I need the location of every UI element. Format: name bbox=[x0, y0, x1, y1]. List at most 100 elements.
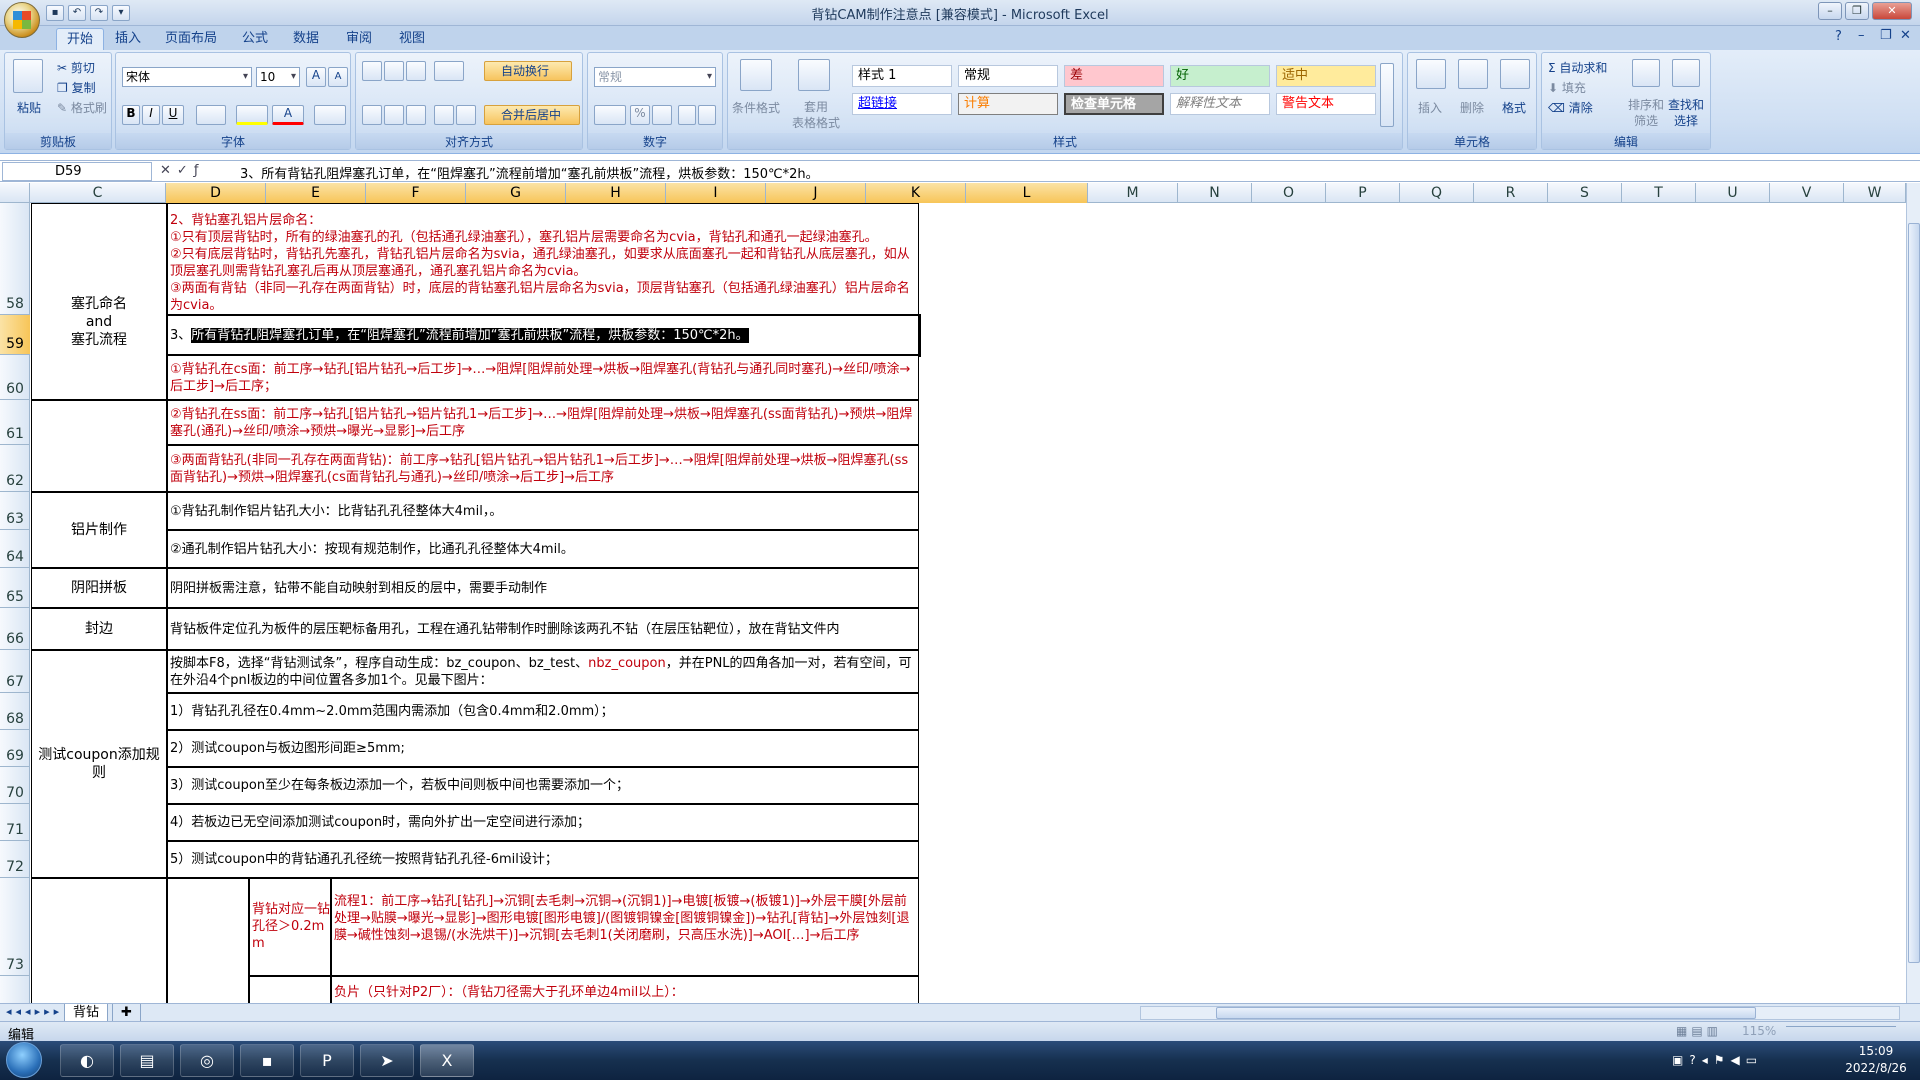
paste-icon[interactable] bbox=[13, 59, 43, 93]
col-header-m[interactable]: M bbox=[1088, 183, 1178, 203]
col-header-d[interactable]: D bbox=[166, 183, 266, 203]
row-header-73[interactable]: 73 bbox=[0, 878, 30, 976]
sheet-nav-arrows-icon[interactable]: ◂◂◂▸▸▸ bbox=[6, 1005, 63, 1018]
row-header-59[interactable]: 59 bbox=[0, 315, 30, 355]
find-select-button[interactable]: 查找和 选择 bbox=[1668, 97, 1704, 129]
tab-insert[interactable]: 插入 bbox=[105, 28, 151, 50]
currency-icon[interactable] bbox=[594, 105, 626, 125]
insert-cells-icon[interactable] bbox=[1416, 59, 1446, 89]
vertical-scrollbar[interactable] bbox=[1906, 183, 1920, 1003]
col-header-k[interactable]: K bbox=[866, 183, 966, 203]
cell-d64[interactable]: ②通孔制作铝片钻孔大小：按现有规范制作，比通孔孔径整体大4mil。 bbox=[167, 530, 919, 568]
cell-e73[interactable]: 背钻对应一钻孔径＞0.2mm bbox=[249, 878, 331, 976]
app-green-icon[interactable]: P bbox=[300, 1044, 354, 1077]
merge-center-button[interactable]: 合并后居中 bbox=[484, 105, 580, 125]
binoculars-icon[interactable] bbox=[1672, 59, 1700, 87]
font-size-combo[interactable]: 10 bbox=[256, 67, 300, 87]
col-header-f[interactable]: F bbox=[366, 183, 466, 203]
italic-button[interactable]: I bbox=[142, 105, 160, 125]
col-header-h[interactable]: H bbox=[566, 183, 666, 203]
view-buttons-icon[interactable]: ▦▤▥ bbox=[1676, 1024, 1722, 1038]
format-as-table-button[interactable]: 套用 表格格式 bbox=[792, 99, 840, 131]
paste-button[interactable]: 粘贴 bbox=[17, 99, 41, 116]
enter-icon[interactable]: ✓ bbox=[177, 163, 194, 178]
tray-icons[interactable]: ▣?◂⚑◀▭ bbox=[1672, 1053, 1763, 1067]
style-cell-hyperlink[interactable]: 超链接 bbox=[852, 93, 952, 115]
delete-cells-button[interactable]: 删除 bbox=[1460, 99, 1484, 116]
restore-button[interactable]: ❐ bbox=[1845, 2, 1869, 20]
horizontal-scrollbar[interactable] bbox=[1140, 1006, 1900, 1020]
redo-icon[interactable]: ↷ bbox=[90, 5, 108, 21]
minimize-button[interactable]: – bbox=[1818, 2, 1842, 20]
app-red-icon[interactable]: ◎ bbox=[180, 1044, 234, 1077]
delete-cells-icon[interactable] bbox=[1458, 59, 1488, 89]
format-cells-icon[interactable] bbox=[1500, 59, 1530, 89]
zoom-slider[interactable] bbox=[1786, 1026, 1896, 1038]
col-header-c[interactable]: C bbox=[30, 183, 166, 203]
sort-filter-button[interactable]: 排序和 筛选 bbox=[1628, 97, 1664, 129]
cell-d73[interactable] bbox=[167, 878, 249, 1003]
horizontal-scroll-thumb[interactable] bbox=[1216, 1007, 1756, 1019]
row-header-58[interactable]: 58 bbox=[0, 203, 30, 315]
category-plug-cell[interactable]: 塞孔命名 and 塞孔流程 bbox=[31, 203, 167, 400]
cell-d61[interactable]: ②背钻孔在ss面：前工序→钻孔[铝片钻孔→铝片钻孔1→后工步]→…→阻焊[阻焊前… bbox=[167, 400, 919, 445]
worksheet-grid[interactable]: 塞孔命名 and 塞孔流程 铝片制作 阴阳拼板 封边 测试coupon添加规则 … bbox=[31, 203, 1910, 1003]
name-box[interactable]: D59 bbox=[2, 162, 152, 181]
col-header-l[interactable]: L bbox=[966, 183, 1088, 203]
cell-d62[interactable]: ③两面背钻孔(非同一孔存在两面背钻)：前工序→钻孔[铝片钻孔→铝片钻孔1→后工步… bbox=[167, 445, 919, 492]
underline-button[interactable]: U bbox=[162, 105, 184, 125]
close-button[interactable]: ✕ bbox=[1872, 2, 1912, 20]
align-middle-icon[interactable] bbox=[384, 61, 404, 81]
align-bottom-icon[interactable] bbox=[406, 61, 426, 81]
wb-close-icon[interactable]: ✕ bbox=[1900, 28, 1911, 43]
fx-icon[interactable]: ƒ bbox=[194, 163, 205, 178]
row-header-64[interactable]: 64 bbox=[0, 530, 30, 568]
format-cells-button[interactable]: 格式 bbox=[1502, 99, 1526, 116]
styles-scroll-icon[interactable] bbox=[1380, 63, 1394, 127]
wb-minimize-icon[interactable]: – bbox=[1858, 28, 1865, 43]
category-coupon-cell[interactable]: 测试coupon添加规则 bbox=[31, 650, 167, 878]
vertical-scroll-thumb[interactable] bbox=[1908, 223, 1920, 963]
col-header-r[interactable]: R bbox=[1474, 183, 1548, 203]
conditional-format-icon[interactable] bbox=[740, 59, 772, 91]
style-cell-normal[interactable]: 常规 bbox=[958, 65, 1058, 87]
fill-color-icon[interactable] bbox=[236, 105, 268, 125]
phonetic-icon[interactable] bbox=[314, 105, 346, 125]
number-format-combo[interactable]: 常规 bbox=[594, 67, 716, 87]
cell-d65[interactable]: 阴阳拼板需注意，钻带不能自动映射到相反的层中，需要手动制作 bbox=[167, 568, 919, 608]
row-header-60[interactable]: 60 bbox=[0, 355, 30, 400]
cancel-icon[interactable]: ✕ bbox=[160, 163, 177, 178]
copy-button[interactable]: ❐ 复制 bbox=[57, 79, 96, 96]
cell-d68[interactable]: 1）背钻孔孔径在0.4mm~2.0mm范围内需添加（包含0.4mm和2.0mm）… bbox=[167, 693, 919, 730]
save-icon[interactable]: ▪ bbox=[46, 5, 64, 21]
wb-restore-icon[interactable]: ❐ bbox=[1880, 28, 1892, 43]
category-flow-cell[interactable] bbox=[31, 878, 167, 1003]
row-header-68[interactable]: 68 bbox=[0, 693, 30, 730]
align-center-icon[interactable] bbox=[384, 105, 404, 125]
fill-button[interactable]: ⬇ 填充 bbox=[1548, 79, 1586, 96]
row-header-71[interactable]: 71 bbox=[0, 804, 30, 841]
style-cell-calc[interactable]: 计算 bbox=[958, 93, 1058, 115]
tab-formulas[interactable]: 公式 bbox=[232, 28, 278, 50]
orientation-icon[interactable] bbox=[434, 61, 464, 81]
col-header-o[interactable]: O bbox=[1252, 183, 1326, 203]
cell-d63[interactable]: ①背钻孔制作铝片钻孔大小：比背钻孔孔径整体大4mil，。 bbox=[167, 492, 919, 530]
col-header-n[interactable]: N bbox=[1178, 183, 1252, 203]
notepad-icon[interactable]: ▤ bbox=[120, 1044, 174, 1077]
increase-indent-icon[interactable] bbox=[456, 105, 476, 125]
zoom-level[interactable]: 115% bbox=[1742, 1024, 1776, 1038]
tab-page-layout[interactable]: 页面布局 bbox=[155, 28, 227, 50]
row-header-61[interactable]: 61 bbox=[0, 400, 30, 445]
col-header-w[interactable]: W bbox=[1844, 183, 1906, 203]
row-header-72[interactable]: 72 bbox=[0, 841, 30, 878]
grow-font-icon[interactable]: A bbox=[306, 67, 326, 87]
category-seal-cell[interactable]: 封边 bbox=[31, 608, 167, 650]
select-all-corner[interactable] bbox=[0, 183, 30, 203]
cell-d66[interactable]: 背钻板件定位孔为板件的层压靶标备用孔，工程在通孔钻带制作时删除该两孔不钻（在层压… bbox=[167, 608, 919, 650]
font-color-icon[interactable]: A bbox=[272, 105, 304, 125]
cell-d71[interactable]: 4）若板边已无空间添加测试coupon时，需向外扩出一定空间进行添加； bbox=[167, 804, 919, 841]
cell-d70[interactable]: 3）测试coupon至少在每条板边添加一个，若板中间则板中间也需要添加一个； bbox=[167, 767, 919, 804]
style-cell-bad[interactable]: 差 bbox=[1064, 65, 1164, 87]
border-icon[interactable] bbox=[196, 105, 226, 125]
tab-review[interactable]: 审阅 bbox=[336, 28, 382, 50]
